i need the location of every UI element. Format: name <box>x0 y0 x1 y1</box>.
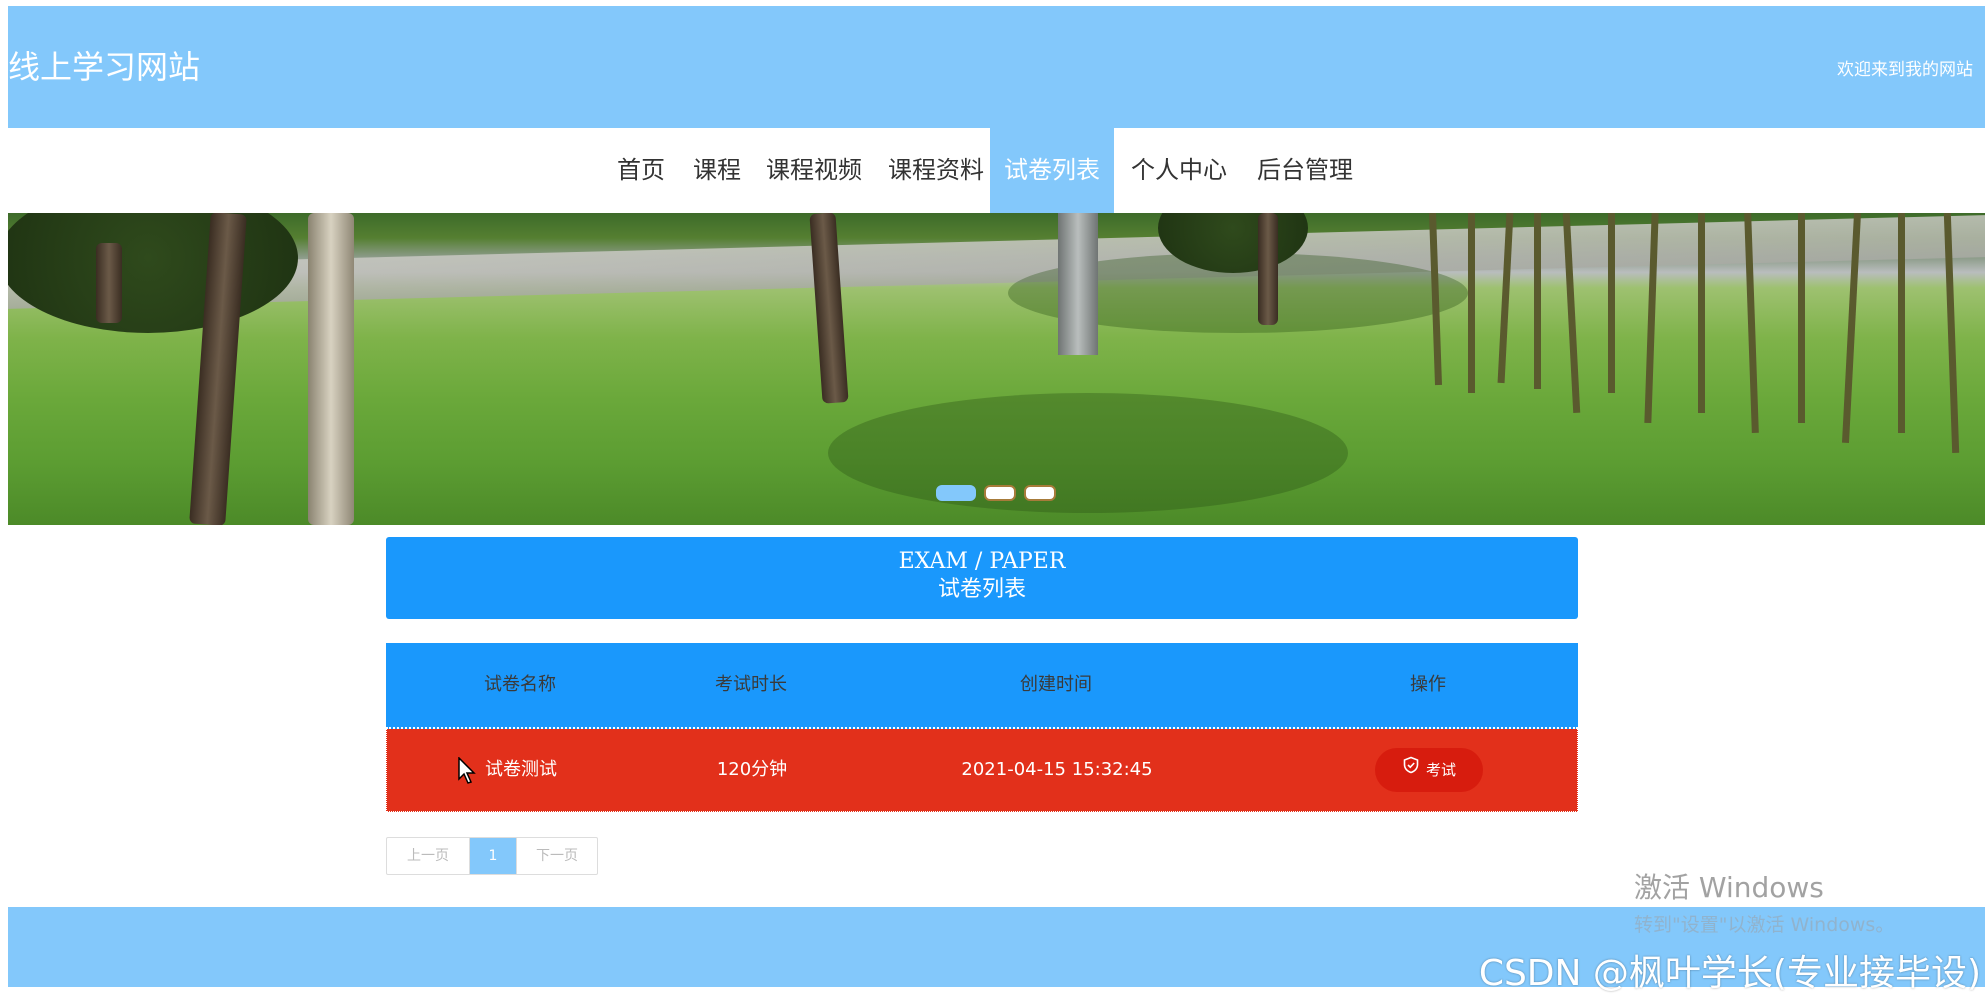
site-title[interactable]: 线上学习网站 <box>8 42 200 88</box>
column-header-action: 操作 <box>1410 674 1446 695</box>
banner-road <box>8 215 1985 309</box>
windows-activation-notice: 激活 Windows <box>1634 871 1824 904</box>
next-page-button[interactable]: 下一页 <box>516 838 597 874</box>
banner-bamboo <box>1798 213 1805 423</box>
nav-item-profile[interactable]: 个人中心 <box>1122 128 1236 213</box>
welcome-text: 欢迎来到我的网站 <box>1837 60 1973 80</box>
nav-item-home[interactable]: 首页 <box>605 128 677 213</box>
banner-tree-trunk <box>809 213 849 404</box>
banner-tree-trunk <box>96 243 122 323</box>
csdn-watermark: CSDN @枫叶学长(专业接毕设) <box>1478 953 1981 994</box>
section-title: EXAM / PAPER 试卷列表 <box>386 537 1578 619</box>
banner-lamp-pole <box>1058 213 1098 355</box>
banner-birch-trunk <box>308 213 354 525</box>
banner-bamboo <box>1468 213 1475 393</box>
carousel-dot-3[interactable] <box>1024 485 1056 501</box>
nav-item-admin[interactable]: 后台管理 <box>1248 128 1362 213</box>
banner-bamboo <box>1608 213 1615 393</box>
column-header-created: 创建时间 <box>1020 674 1092 695</box>
carousel-indicators <box>936 485 1056 501</box>
banner-tree-trunk <box>1258 213 1278 325</box>
pagination: 上一页 1 下一页 <box>386 837 598 875</box>
table-row[interactable]: 试卷测试 120分钟 2021-04-15 15:32:45 考试 <box>386 729 1578 812</box>
banner-shade <box>828 393 1348 513</box>
take-exam-button[interactable]: 考试 <box>1375 748 1483 792</box>
page: 线上学习网站 欢迎来到我的网站 首页 课程 课程视频 课程资料 试卷列表 个人中… <box>0 0 1985 1003</box>
mouse-cursor-icon <box>458 756 476 789</box>
windows-activation-subtext: 转到"设置"以激活 Windows。 <box>1634 914 1895 936</box>
nav-item-exam-list[interactable]: 试卷列表 <box>990 128 1114 213</box>
nav-item-courses[interactable]: 课程 <box>685 128 749 213</box>
prev-page-button[interactable]: 上一页 <box>387 838 470 874</box>
nav-item-course-materials[interactable]: 课程资料 <box>879 128 993 213</box>
page-number-button[interactable]: 1 <box>470 838 516 874</box>
main-nav: 首页 课程 课程视频 课程资料 试卷列表 个人中心 后台管理 <box>8 128 1985 213</box>
column-header-duration: 考试时长 <box>715 674 787 695</box>
table-header: 试卷名称 考试时长 创建时间 操作 <box>386 643 1578 729</box>
banner-carousel[interactable] <box>8 213 1985 525</box>
shield-check-icon <box>1402 747 1420 791</box>
nav-item-course-videos[interactable]: 课程视频 <box>757 128 871 213</box>
banner-bamboo <box>1698 213 1705 413</box>
banner-bamboo <box>1898 213 1905 433</box>
carousel-dot-2[interactable] <box>984 485 1016 501</box>
banner-tree-crown <box>8 213 298 333</box>
section-title-zh: 试卷列表 <box>937 577 1026 602</box>
section-title-en: EXAM / PAPER <box>898 549 1066 574</box>
take-exam-label: 考试 <box>1425 761 1456 779</box>
cell-created: 2021-04-15 15:32:45 <box>961 759 1153 780</box>
site-header: 线上学习网站 欢迎来到我的网站 <box>8 6 1985 128</box>
column-header-name: 试卷名称 <box>484 674 556 695</box>
cell-duration: 120分钟 <box>716 759 788 780</box>
exam-table: 试卷名称 考试时长 创建时间 操作 试卷测试 120分钟 2021-04-15 … <box>386 643 1578 812</box>
banner-bamboo <box>1534 213 1541 389</box>
carousel-dot-1[interactable] <box>936 485 976 501</box>
